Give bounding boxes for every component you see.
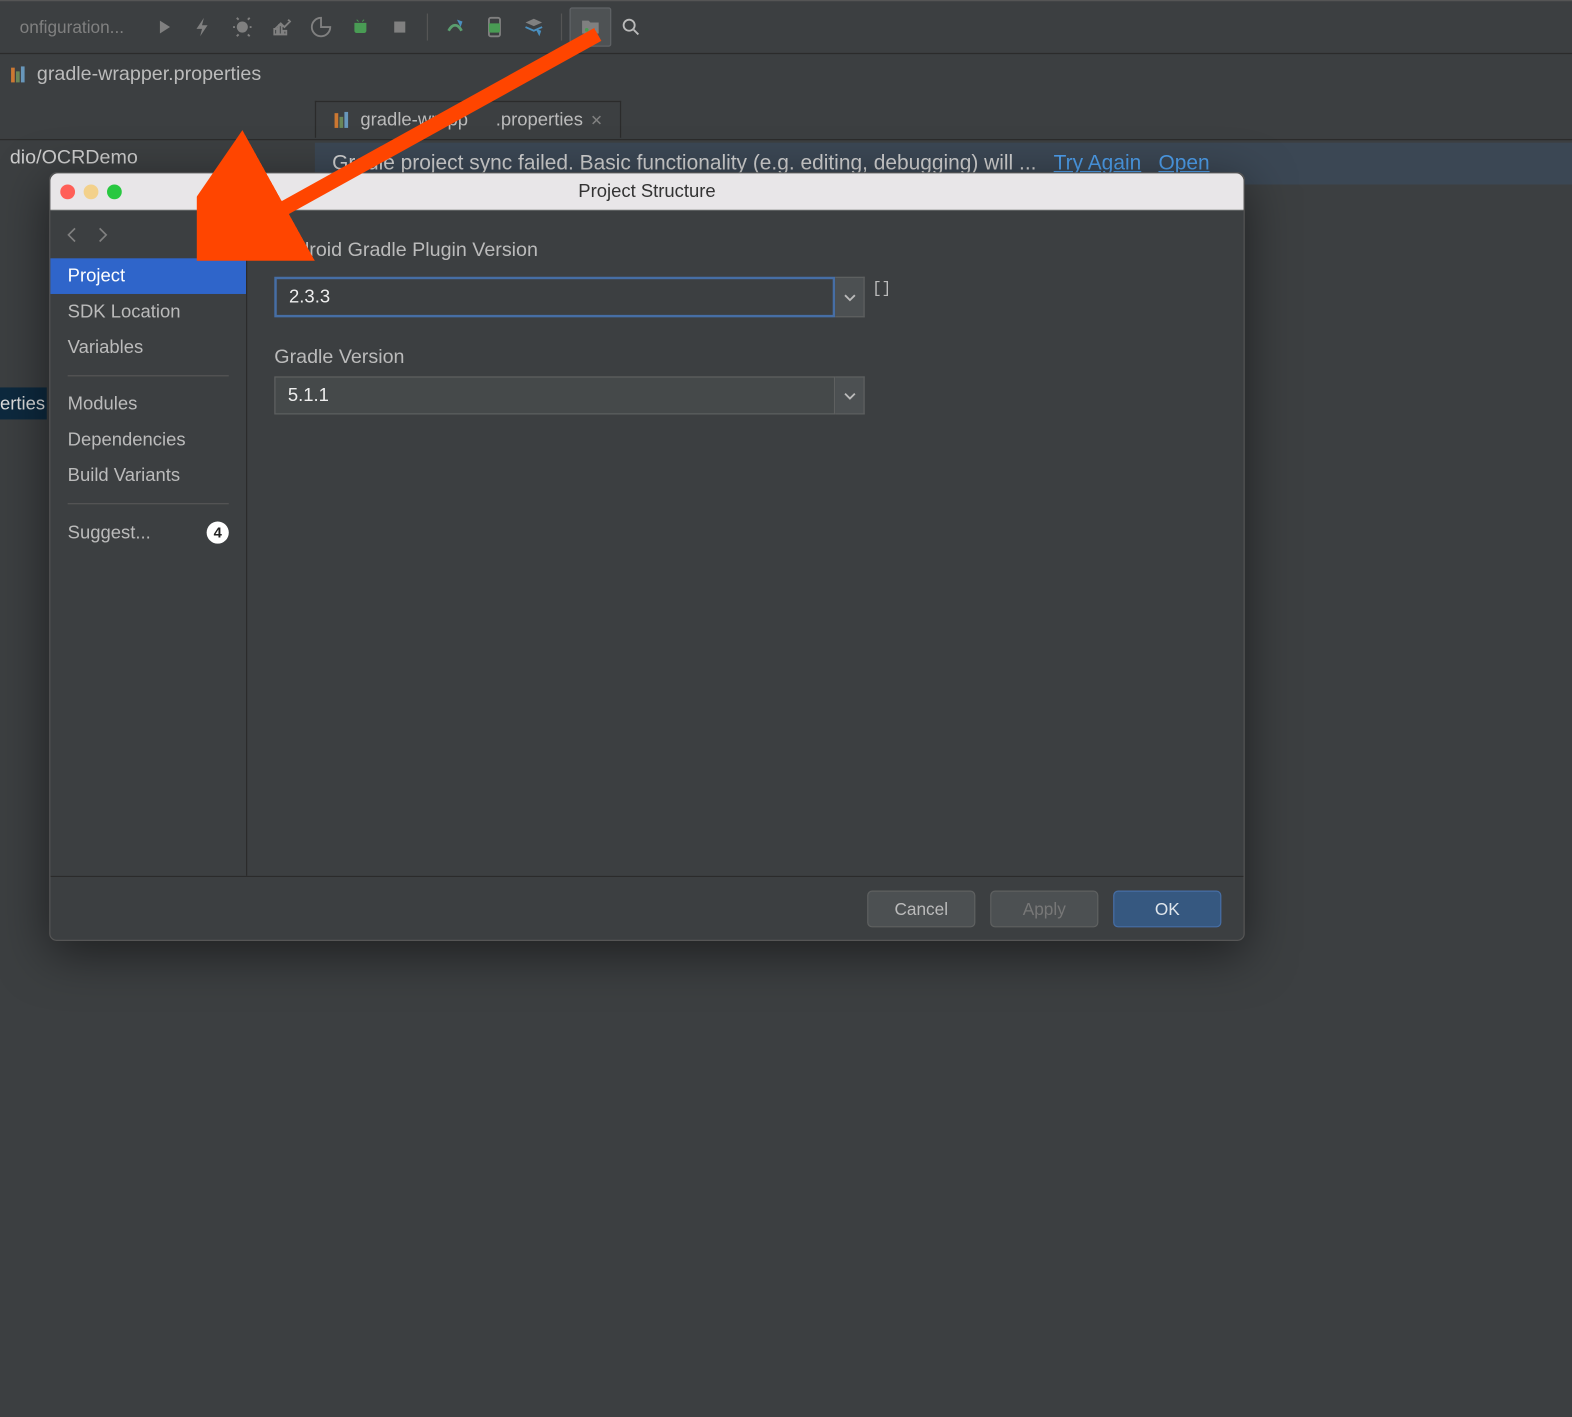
run-configuration-dropdown[interactable]: onfiguration... — [10, 12, 134, 42]
chevron-down-icon[interactable] — [835, 376, 865, 414]
sidebar-item-label: Modules — [68, 394, 138, 415]
run-icon[interactable] — [144, 7, 183, 46]
apply-button[interactable]: Apply — [990, 890, 1098, 927]
editor-tabs: gradle-wrappxxx.properties ✕ — [315, 96, 621, 143]
dialog-sidebar: Project SDK Location Variables Modules D… — [50, 210, 247, 875]
coverage-icon[interactable] — [301, 7, 340, 46]
avd-manager-icon[interactable] — [475, 7, 514, 46]
project-tool-toolbar — [0, 96, 1572, 140]
profiler-icon[interactable] — [262, 7, 301, 46]
apply-changes-icon[interactable] — [183, 7, 222, 46]
project-structure-icon[interactable] — [569, 7, 611, 46]
main-toolbar: onfiguration... — [0, 0, 1572, 54]
agp-version-input[interactable] — [274, 277, 835, 318]
selected-file-row[interactable]: erties — [0, 387, 47, 419]
android-icon[interactable] — [341, 7, 380, 46]
sidebar-item-modules[interactable]: Modules — [50, 386, 246, 422]
brackets-indicator: [] — [872, 279, 891, 297]
dialog-titlebar[interactable]: Project Structure — [50, 173, 1243, 210]
properties-file-icon — [333, 110, 353, 130]
ok-button[interactable]: OK — [1113, 890, 1221, 927]
toolbar-separator — [561, 14, 562, 41]
dialog-nav — [50, 218, 246, 259]
sidebar-item-suggestions[interactable]: Suggest... 4 — [50, 514, 246, 551]
sidebar-item-variables[interactable]: Variables — [50, 330, 246, 366]
search-icon[interactable] — [611, 7, 650, 46]
sidebar-divider — [68, 503, 229, 504]
project-file-tab[interactable]: gradle-wrapper.properties — [10, 64, 261, 86]
dialog-title: Project Structure — [50, 181, 1243, 202]
sidebar-divider — [68, 375, 229, 376]
cancel-button[interactable]: Cancel — [867, 890, 975, 927]
sidebar-item-dependencies[interactable]: Dependencies — [50, 422, 246, 458]
dialog-footer: Cancel Apply OK — [50, 876, 1243, 940]
chevron-down-icon[interactable] — [835, 277, 865, 318]
project-structure-dialog: Project Structure Project SDK Location V… — [49, 172, 1245, 941]
sidebar-item-build-variants[interactable]: Build Variants — [50, 458, 246, 494]
properties-file-icon — [10, 65, 30, 85]
sidebar-item-label: SDK Location — [68, 301, 181, 322]
sidebar-item-project[interactable]: Project — [50, 258, 246, 294]
breadcrumb-text: dio/OCRDemo — [10, 148, 138, 170]
debug-icon[interactable] — [222, 7, 261, 46]
editor-tab-label: gradle-wrappxxx.properties — [360, 109, 583, 130]
project-file-row: gradle-wrapper.properties — [0, 54, 1572, 96]
sidebar-item-label: Project — [68, 266, 125, 287]
agp-version-label: Android Gradle Plugin Version — [274, 240, 1216, 262]
dialog-main: Android Gradle Plugin Version [] Gradle … — [247, 210, 1243, 875]
sidebar-item-label: Suggest... — [68, 522, 151, 543]
toolbar-separator — [427, 14, 428, 41]
gradle-sync-icon[interactable] — [435, 7, 474, 46]
close-icon[interactable]: ✕ — [590, 111, 602, 128]
sidebar-item-label: Variables — [68, 337, 144, 358]
project-file-tab-label: gradle-wrapper.properties — [37, 64, 261, 86]
sdk-manager-icon[interactable] — [514, 7, 553, 46]
sidebar-item-sdk-location[interactable]: SDK Location — [50, 294, 246, 330]
back-icon[interactable] — [63, 225, 83, 251]
stop-icon[interactable] — [380, 7, 419, 46]
agp-version-field[interactable] — [274, 277, 864, 318]
gradle-version-input[interactable] — [274, 376, 835, 414]
editor-tab[interactable]: gradle-wrappxxx.properties ✕ — [315, 101, 621, 138]
forward-icon[interactable] — [92, 225, 112, 251]
sidebar-item-label: Dependencies — [68, 429, 186, 450]
badge: 4 — [207, 522, 229, 544]
gradle-version-label: Gradle Version — [274, 347, 1216, 369]
sidebar-item-label: Build Variants — [68, 465, 180, 486]
gradle-version-field[interactable] — [274, 376, 864, 414]
